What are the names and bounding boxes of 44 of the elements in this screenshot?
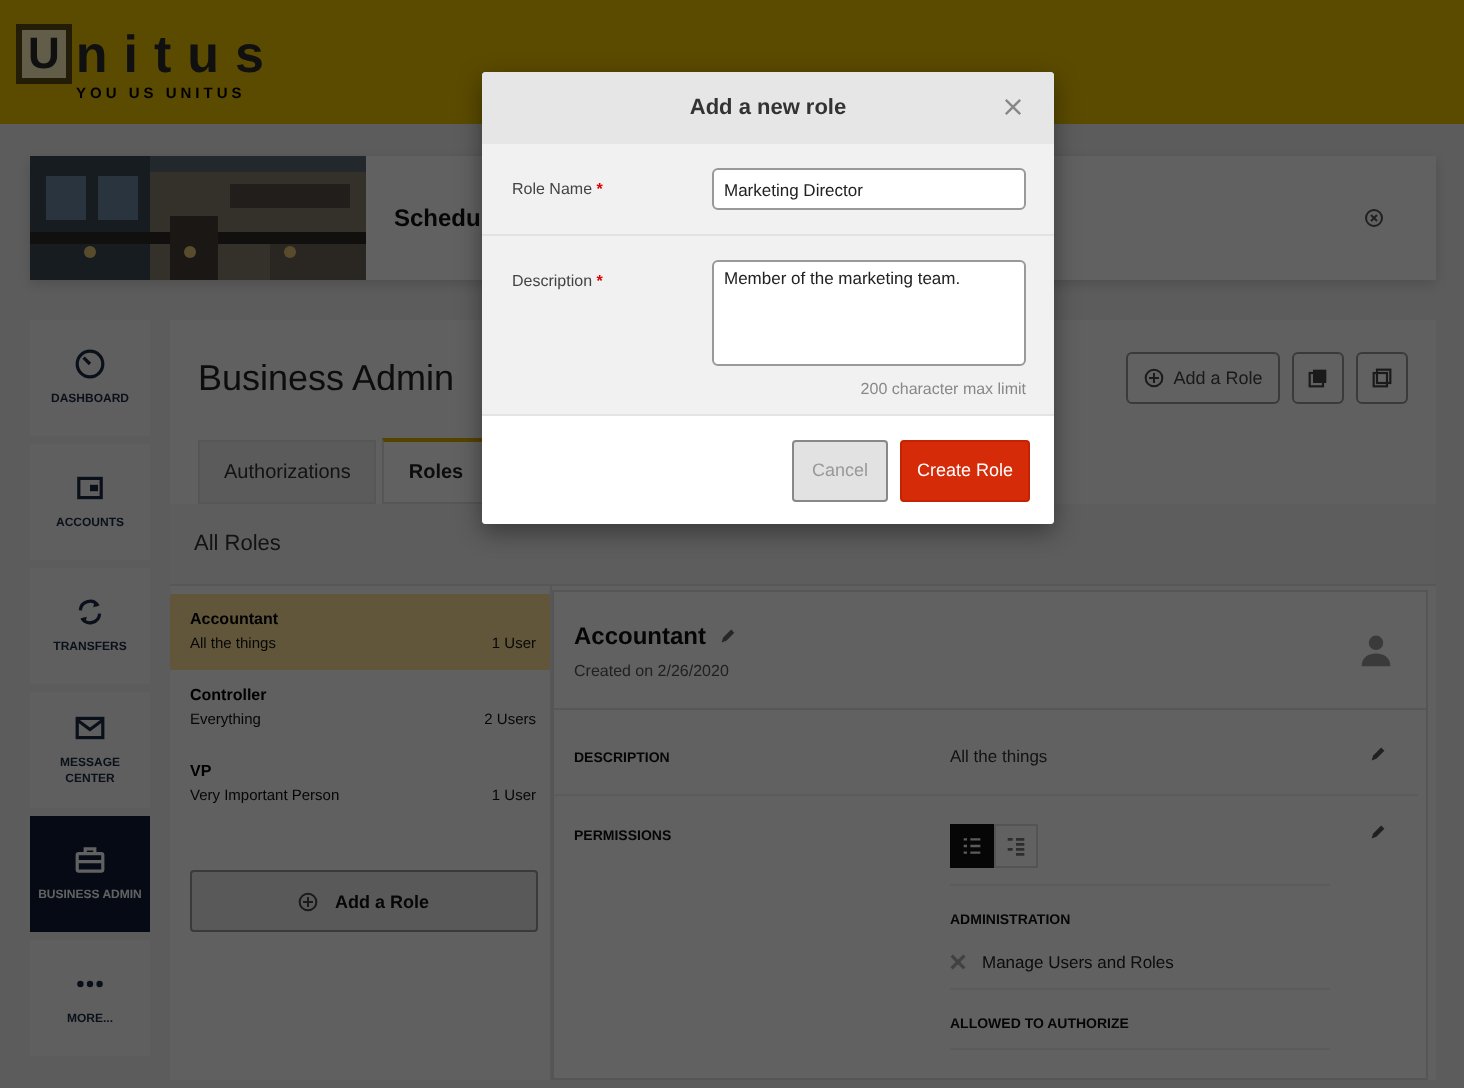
list-icon — [962, 836, 982, 856]
role-name: VP — [190, 762, 214, 780]
close-icon[interactable] — [1364, 208, 1384, 228]
copy-icon — [1308, 368, 1328, 388]
close-icon[interactable] — [1004, 98, 1022, 116]
logo-text: nitus — [75, 25, 280, 81]
role-name: Controller — [190, 686, 269, 704]
pencil-icon[interactable] — [1370, 824, 1386, 840]
field-value: All the things — [950, 746, 1050, 766]
tab[interactable]: Authorizations — [198, 440, 377, 504]
pencil-icon[interactable] — [1370, 746, 1386, 762]
person-icon — [1358, 632, 1394, 668]
role-title: Accountant — [574, 621, 706, 649]
export-button[interactable] — [1356, 352, 1408, 404]
created-date: Created on 2/26/2020 — [574, 661, 731, 679]
wallet-icon — [74, 472, 106, 504]
list-view-button[interactable] — [950, 824, 994, 868]
page-title: Business Admin — [198, 357, 455, 399]
pencil-icon[interactable] — [720, 627, 736, 643]
refresh-icon — [74, 596, 106, 628]
gauge-icon — [74, 348, 106, 380]
modal-title: Add a new role — [689, 96, 847, 120]
character-limit-hint: 200 character max limit — [860, 380, 1026, 398]
tree-view-button[interactable] — [994, 824, 1038, 868]
cancel-button[interactable]: Cancel — [792, 439, 888, 501]
banner-title: Schedu — [394, 204, 481, 232]
section-title: All Roles — [194, 532, 281, 556]
create-role-button[interactable]: Create Role — [900, 439, 1030, 501]
description-field[interactable]: Member of the marketing team. — [712, 260, 1026, 366]
field-label: Role Name * — [512, 178, 605, 198]
add-role-button[interactable]: Add a Role — [190, 870, 538, 932]
logo-mark: U — [16, 23, 72, 83]
plus-circle-icon — [1143, 368, 1164, 388]
field-label: Description * — [512, 270, 605, 290]
tree-icon — [1006, 836, 1026, 856]
add-role-button[interactable]: Add a Role — [1126, 352, 1280, 404]
role-name-field[interactable]: Marketing Director — [712, 168, 1026, 210]
copy-button[interactable] — [1292, 352, 1344, 404]
permission-label: Manage Users and Roles — [982, 952, 1174, 972]
envelope-icon — [74, 712, 106, 744]
briefcase-icon — [74, 844, 106, 876]
role-name: Accountant — [190, 610, 280, 628]
copy-icon — [1372, 368, 1392, 388]
plus-circle-icon — [298, 891, 319, 911]
